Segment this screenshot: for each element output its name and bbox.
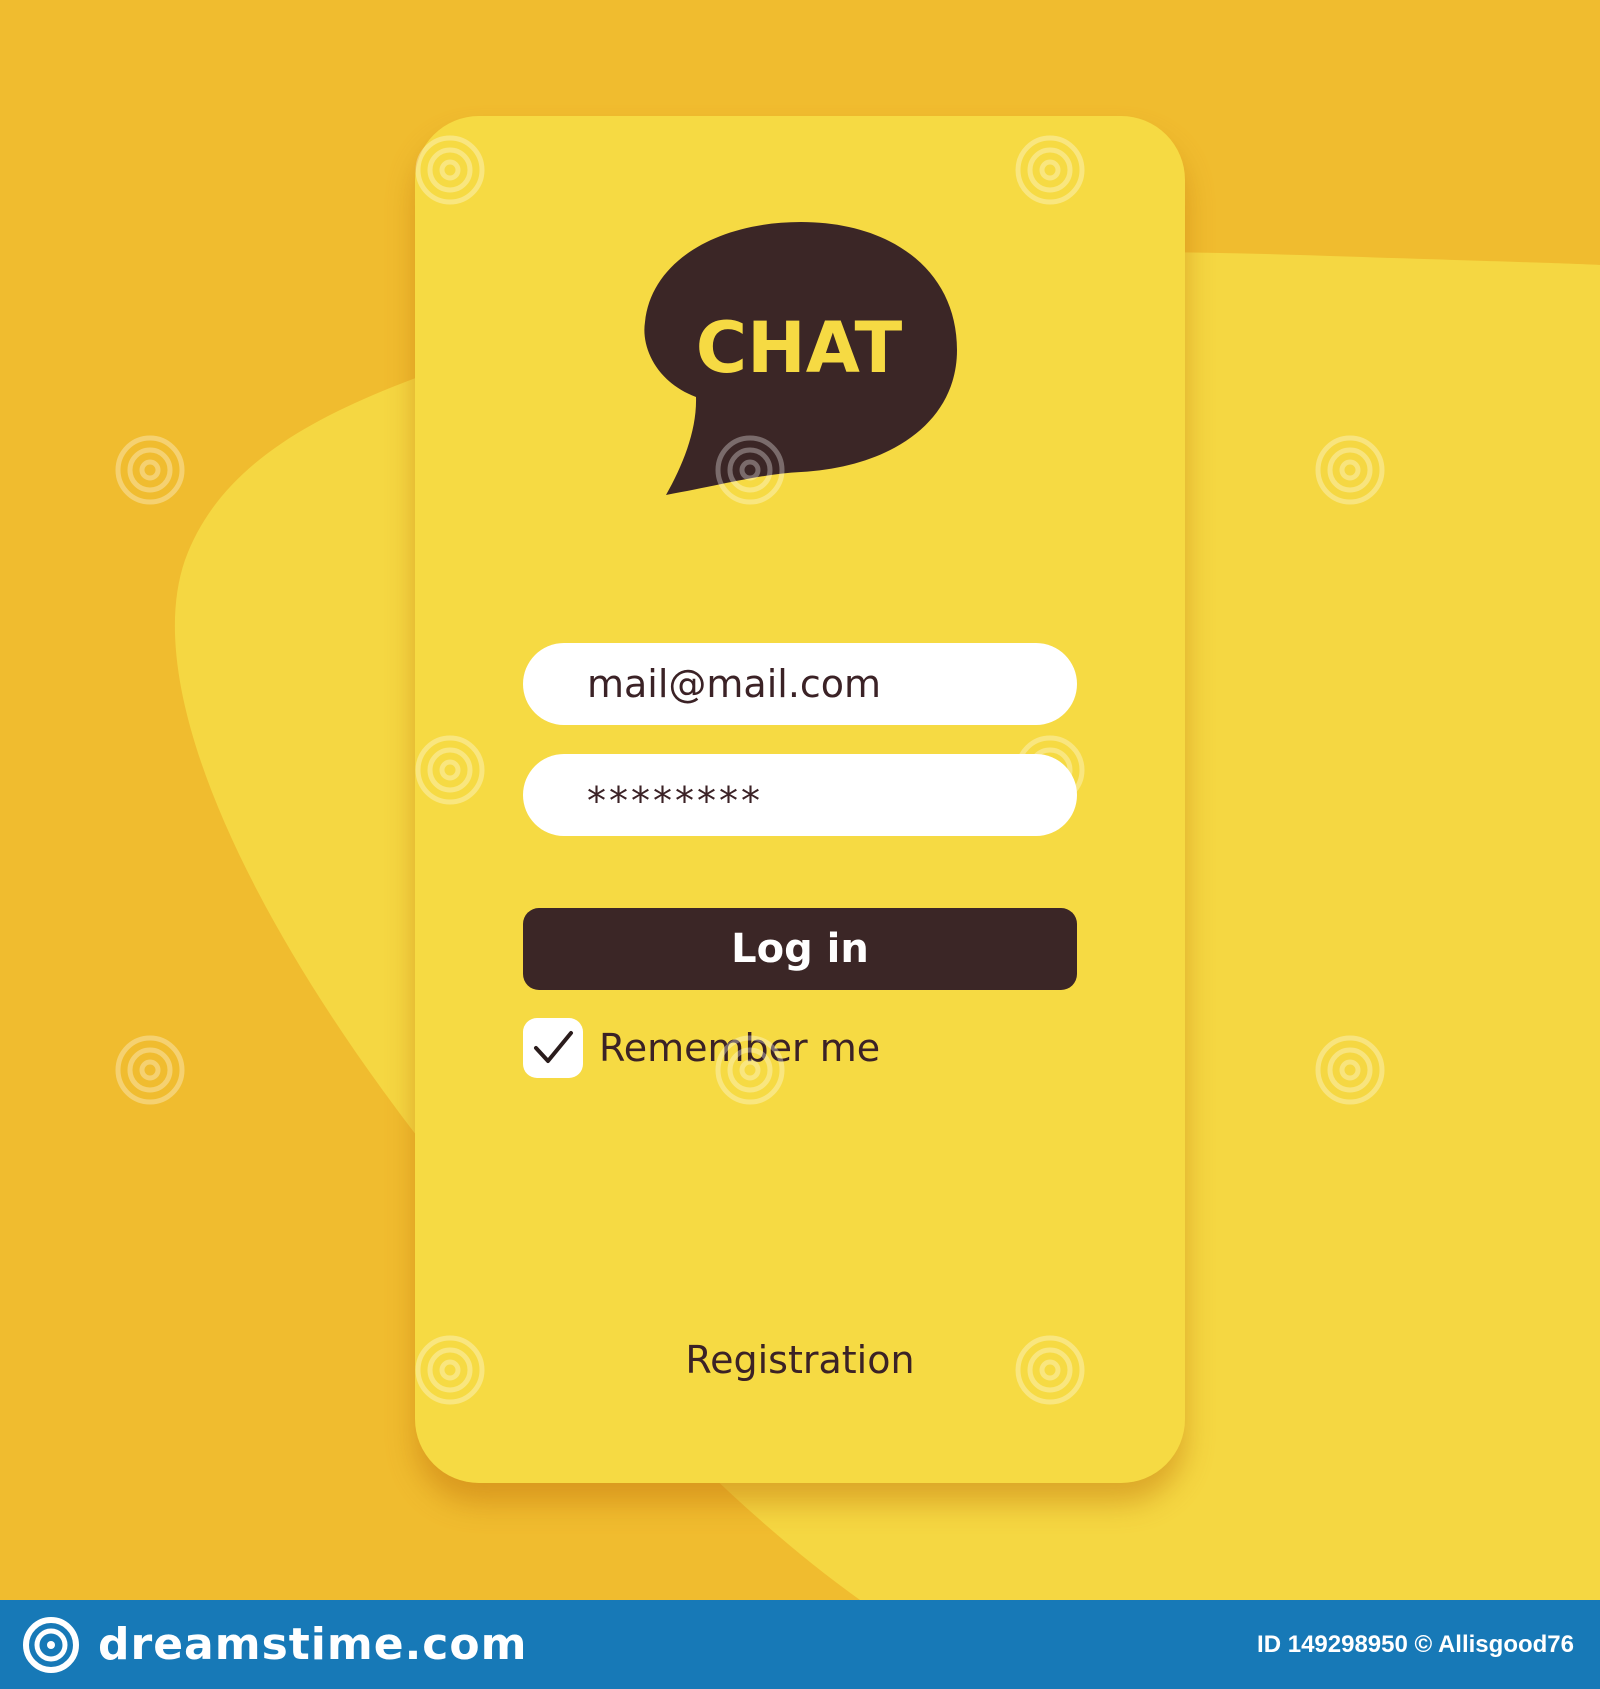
remember-me-label: Remember me <box>599 1026 881 1070</box>
remember-me-checkbox[interactable] <box>523 1018 583 1078</box>
login-button[interactable]: Log in <box>523 908 1077 990</box>
checkmark-icon <box>534 1031 573 1063</box>
email-value: mail@mail.com <box>587 662 882 706</box>
footer-brand: dreamstime.com <box>98 1619 528 1670</box>
password-value: ******** <box>587 779 763 823</box>
login-button-label: Log in <box>731 926 869 972</box>
login-card: CHAT mail@mail.com ******** Log in Remem… <box>415 116 1185 1483</box>
registration-link[interactable]: Registration <box>415 1338 1185 1382</box>
footer-bar: dreamstime.com ID 149298950 © Allisgood7… <box>0 1600 1600 1689</box>
remember-me-row[interactable]: Remember me <box>523 1018 880 1078</box>
chat-logo-text: CHAT <box>696 307 903 389</box>
password-field[interactable]: ******** <box>523 754 1077 836</box>
scene: CHAT mail@mail.com ******** Log in Remem… <box>0 0 1600 1600</box>
email-field[interactable]: mail@mail.com <box>523 643 1077 725</box>
speech-bubble-icon: CHAT <box>644 222 957 495</box>
footer-id-text: ID 149298950 © Allisgood76 <box>1257 1630 1574 1658</box>
dreamstime-logo-icon <box>23 1616 79 1673</box>
